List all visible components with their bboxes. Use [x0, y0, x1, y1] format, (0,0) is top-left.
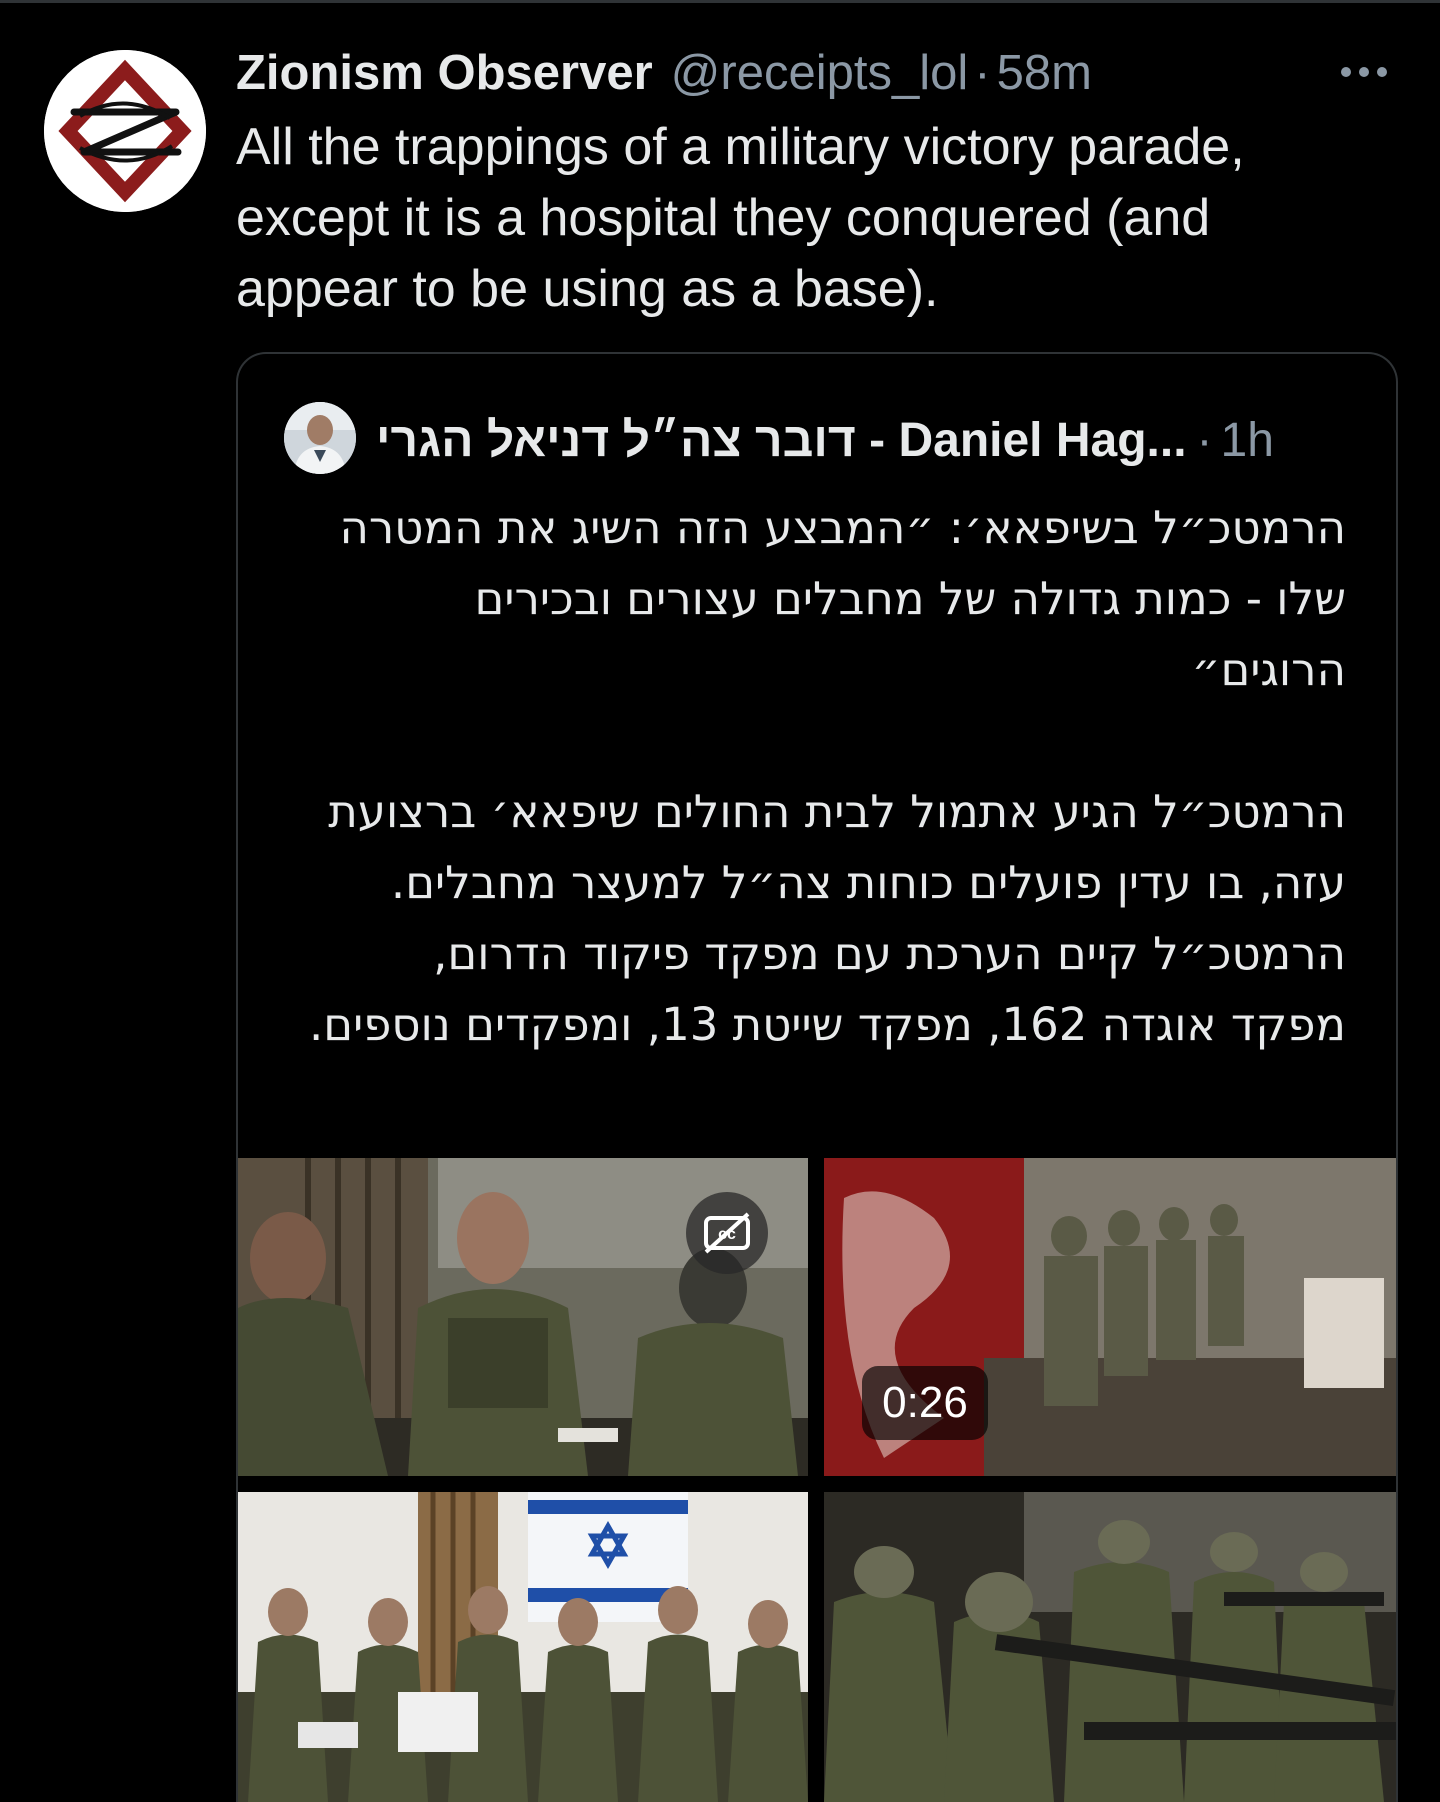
quoted-tweet-card[interactable]: דובר צה״ל דניאל הגרי - Daniel Hag... · 1… [236, 352, 1398, 1802]
tweet-header: Zionism Observer @receipts_lol · 58m [236, 42, 1092, 104]
quoted-tweet-text: הרמטכ״ל בשיפאא׳: ״המבצע הזה השיג את המטר… [306, 492, 1346, 1060]
closed-captions-off-icon[interactable]: cc [686, 1192, 768, 1274]
media-grid [238, 1158, 1396, 1802]
media-photo-briefing[interactable] [238, 1492, 808, 1802]
tweet-timestamp[interactable]: 58m [997, 45, 1092, 101]
tweet-text: All the trappings of a military victory … [236, 118, 1245, 318]
quoted-tweet-header: דובר צה״ל דניאל הגרי - Daniel Hag... · 1… [376, 408, 1274, 472]
quoted-paragraph-1: הרמטכ״ל בשיפאא׳: ״המבצע הזה השיג את המטר… [339, 501, 1346, 696]
quoted-author-avatar[interactable] [284, 402, 356, 474]
author-avatar[interactable] [44, 50, 206, 212]
media-photo-soldiers[interactable] [824, 1492, 1396, 1802]
header-separator: · [974, 46, 991, 100]
author-handle[interactable]: @receipts_lol [671, 45, 969, 101]
quoted-header-separator: · [1196, 413, 1213, 467]
more-horizontal-icon[interactable] [1338, 60, 1390, 84]
video-duration-badge: 0:26 [862, 1366, 988, 1440]
author-display-name[interactable]: Zionism Observer [236, 45, 653, 101]
quoted-tweet-timestamp[interactable]: 1h [1221, 413, 1274, 468]
quoted-paragraph-2: הרמטכ״ל הגיע אתמול לבית החולים שיפאא׳ בר… [308, 785, 1346, 1051]
avatar-logo [44, 50, 206, 212]
tweet[interactable]: Zionism Observer @receipts_lol · 58m All… [0, 0, 1440, 1802]
quoted-author-name[interactable]: דובר צה״ל דניאל הגרי - Daniel Hag... [376, 413, 1187, 468]
